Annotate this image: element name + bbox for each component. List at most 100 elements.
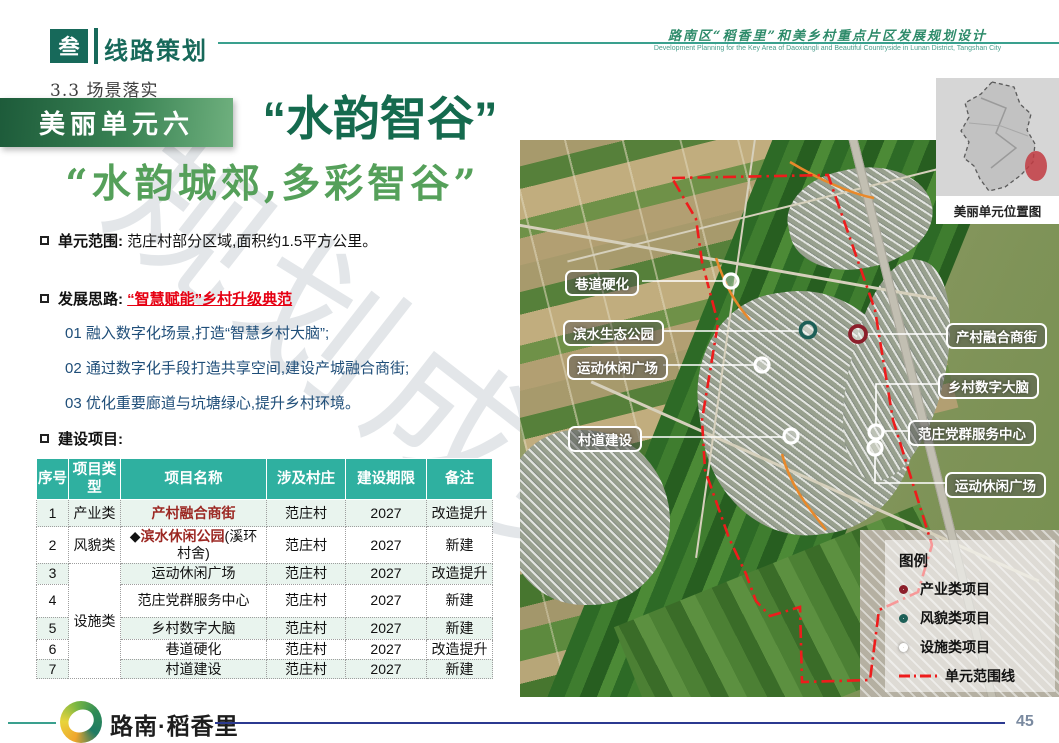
cell-note: 改造提升 (427, 500, 493, 527)
map-label-xiangdao: 巷道硬化 (565, 270, 639, 296)
cell-period: 2027 (346, 527, 427, 564)
square-bullet-icon (40, 294, 49, 303)
district-outline (936, 78, 1059, 196)
facility-ring-icon (899, 643, 908, 652)
cell-name: 巷道硬化 (121, 639, 267, 659)
table-header-row: 序号 项目类型 项目名称 涉及村庄 建设期限 备注 (37, 459, 493, 500)
cell-village: 范庄村 (267, 527, 346, 564)
footer-rule-right (215, 722, 1005, 724)
document-title-cn: 路南区“稻香里”和美乡村重点片区发展规划设计 (600, 25, 1055, 44)
cell-period: 2027 (346, 659, 427, 679)
cell-name: ◆滨水休闲公园(溪环村舍) (121, 527, 267, 564)
cell-note: 改造提升 (427, 563, 493, 584)
map-legend: 图例 产业类项目 风貌类项目 设施类项目 单元范围线 (885, 540, 1055, 692)
industry-ring-icon (899, 585, 908, 594)
cell-name: 运动休闲广场 (121, 563, 267, 584)
idea-label: 发展思路: (58, 291, 123, 308)
legend-item-industry: 产业类项目 (899, 579, 1055, 599)
cell-type: 风貌类 (69, 527, 121, 564)
table-row: 1 产业类 产村融合商街 范庄村 2027 改造提升 (37, 500, 493, 527)
projects-row: 建设项目: (40, 428, 123, 449)
page-number: 45 (1016, 713, 1034, 731)
cell-no: 7 (37, 659, 69, 679)
map-label-cundao: 村道建设 (568, 426, 642, 452)
document-title-en: Development Planning for the Key Area of… (600, 45, 1055, 52)
legend-item-facility: 设施类项目 (899, 637, 1055, 657)
col-header-type: 项目类型 (69, 459, 121, 500)
cell-period: 2027 (346, 584, 427, 617)
cell-no: 4 (37, 584, 69, 617)
cell-village: 范庄村 (267, 500, 346, 527)
cell-village: 范庄村 (267, 639, 346, 659)
facility-marker (868, 441, 882, 455)
cell-period: 2027 (346, 563, 427, 584)
cell-name: 村道建设 (121, 659, 267, 679)
map-label-chancun: 产村融合商街 (946, 323, 1047, 349)
cell-name: 产村融合商街 (121, 500, 267, 527)
square-bullet-icon (40, 236, 49, 245)
col-header-name: 项目名称 (121, 459, 267, 500)
unit-location-highlight (1025, 151, 1047, 181)
diamond-bullet: ◆ (130, 528, 141, 544)
projects-table: 序号 项目类型 项目名称 涉及村庄 建设期限 备注 1 产业类 产村融合商街 范… (36, 458, 493, 679)
facility-marker (869, 425, 883, 439)
cell-period: 2027 (346, 500, 427, 527)
cell-no: 1 (37, 500, 69, 527)
cell-village: 范庄村 (267, 563, 346, 584)
style-ring-icon (899, 614, 908, 623)
cell-no: 6 (37, 639, 69, 659)
cell-note: 新建 (427, 527, 493, 564)
idea-point-1: 01 融入数字化场景,打造“智慧乡村大脑”; (65, 322, 329, 343)
brand-name: 路南·稻香里 (110, 707, 239, 741)
legend-label: 单元范围线 (945, 666, 1015, 686)
unit-slogan: “水韵城郊,多彩智谷” (25, 153, 520, 209)
idea-highlight: “智慧赋能”乡村升级典范 (127, 291, 292, 308)
table-row: 2 风貌类 ◆滨水休闲公园(溪环村舍) 范庄村 2027 新建 (37, 527, 493, 564)
slide-page: 规划成果 叁 线路策划 路南区“稻香里”和美乡村重点片区发展规划设计 Devel… (0, 0, 1059, 743)
inset-caption: 美丽单元位置图 (936, 196, 1059, 220)
legend-label: 风貌类项目 (920, 608, 990, 628)
legend-label: 设施类项目 (920, 637, 990, 657)
orange-road (790, 162, 874, 198)
cell-village: 范庄村 (267, 659, 346, 679)
facility-marker (784, 429, 798, 443)
cell-village: 范庄村 (267, 584, 346, 617)
chapter-number-badge: 叁 (50, 29, 88, 63)
col-header-period: 建设期限 (346, 459, 427, 500)
cell-period: 2027 (346, 639, 427, 659)
legend-item-boundary: 单元范围线 (899, 666, 1055, 686)
cell-type: 产业类 (69, 500, 121, 527)
map-label-dangqun: 范庄党群服务中心 (908, 420, 1036, 446)
facility-marker (724, 274, 738, 288)
chapter-divider-bar (94, 28, 98, 64)
brand-logo-icon (60, 701, 102, 743)
col-header-note: 备注 (427, 459, 493, 500)
map-label-shuzi: 乡村数字大脑 (938, 373, 1039, 399)
map-label-binshui: 滨水生态公园 (563, 320, 664, 346)
cell-no: 2 (37, 527, 69, 564)
cell-no: 5 (37, 617, 69, 639)
location-inset-map (936, 78, 1059, 196)
footer-rule-left (8, 722, 56, 724)
scope-text: 范庄村部分区域,面积约1.5平方公里。 (127, 233, 377, 250)
chapter-title: 线路策划 (104, 31, 208, 66)
cell-name-main: 滨水休闲公园 (141, 528, 225, 544)
cell-period: 2027 (346, 617, 427, 639)
scope-label: 单元范围: (58, 233, 123, 250)
cell-note: 改造提升 (427, 639, 493, 659)
idea-row: 发展思路: “智慧赋能”乡村升级典范 (40, 288, 292, 309)
boundary-line-icon (899, 673, 937, 679)
orange-road (782, 454, 826, 530)
legend-label: 产业类项目 (920, 579, 990, 599)
facility-marker (755, 358, 769, 372)
legend-title: 图例 (899, 550, 1055, 571)
scope-row: 单元范围: 范庄村部分区域,面积约1.5平方公里。 (40, 230, 377, 251)
cell-note: 新建 (427, 584, 493, 617)
cell-note: 新建 (427, 659, 493, 679)
unit-badge: 美丽单元六 (0, 98, 233, 147)
style-marker (801, 323, 816, 338)
unit-title: “水韵智谷” (245, 80, 515, 149)
projects-label: 建设项目: (58, 431, 123, 448)
cell-type-group: 设施类 (69, 563, 121, 679)
cell-note: 新建 (427, 617, 493, 639)
